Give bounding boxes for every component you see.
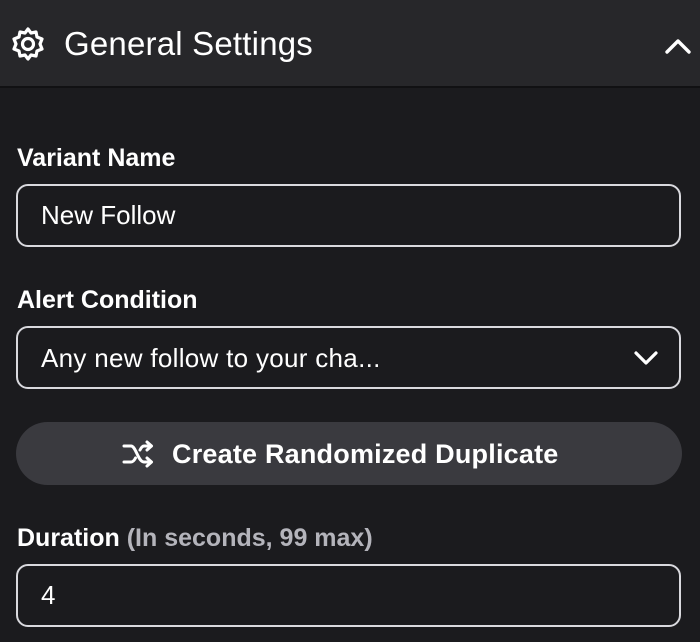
alert-condition-value: Any new follow to your cha... (41, 343, 381, 373)
alert-condition-select[interactable]: Any new follow to your cha... (16, 326, 681, 389)
chevron-down-icon (634, 351, 658, 365)
variant-name-input[interactable] (16, 184, 681, 247)
alert-condition-label: Alert Condition (17, 286, 198, 314)
variant-name-label: Variant Name (17, 144, 176, 172)
create-randomized-duplicate-button[interactable]: Create Randomized Duplicate (16, 422, 682, 485)
gear-icon (12, 27, 44, 61)
duration-label: Duration (In seconds, 99 max) (17, 523, 373, 553)
section-title: General Settings (64, 25, 314, 62)
duration-input[interactable] (16, 564, 681, 627)
chevron-up-icon[interactable] (660, 28, 696, 64)
create-randomized-duplicate-label: Create Randomized Duplicate (172, 439, 559, 469)
duration-hint: (In seconds, 99 max) (126, 524, 373, 552)
shuffle-icon (122, 440, 153, 468)
general-settings-header[interactable]: General Settings (0, 0, 700, 88)
duration-label-text: Duration (17, 524, 120, 552)
